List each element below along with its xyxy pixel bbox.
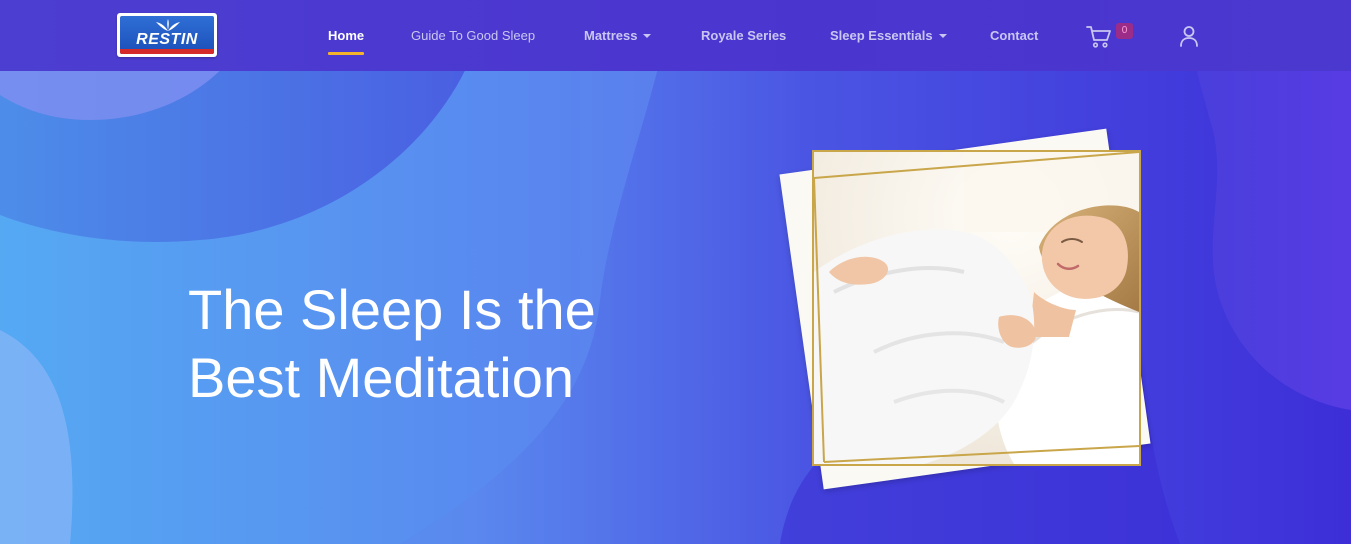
nav-home[interactable]: Home (328, 28, 365, 55)
chevron-down-icon (643, 33, 652, 38)
nav-mattress-dropdown[interactable]: Mattress (584, 28, 652, 43)
chevron-down-icon (938, 33, 947, 38)
hero-photo-woman-sleeping (812, 150, 1141, 466)
hero-background-blobs (0, 60, 1351, 544)
active-underline (328, 52, 365, 55)
logo-badge: RESTIN (120, 16, 214, 54)
top-navbar: RESTIN Home Guide To Good Sleep Mattress… (0, 0, 1351, 71)
nav-royale-series[interactable]: Royale Series (701, 28, 786, 43)
headline-line-2: Best Meditation (188, 345, 574, 409)
logo-swoosh (120, 49, 214, 54)
nav-contact-label: Contact (990, 28, 1039, 43)
nav-sleep-essentials-label: Sleep Essentials (830, 28, 933, 43)
headline-line-1: The Sleep Is the (188, 277, 596, 341)
hero-headline: The Sleep Is the Best Meditation (188, 276, 648, 412)
cart-icon[interactable] (1086, 25, 1112, 49)
nav-sleep-essentials-dropdown[interactable]: Sleep Essentials (830, 28, 947, 43)
nav-contact[interactable]: Contact (990, 28, 1038, 43)
nav-guide-label: Guide To Good Sleep (411, 28, 536, 43)
brand-logo[interactable]: RESTIN (117, 13, 217, 57)
logo-text: RESTIN (136, 31, 198, 48)
hero-section (0, 0, 1351, 544)
nav-royale-label: Royale Series (701, 28, 787, 43)
cart-count-badge: 0 (1116, 23, 1133, 39)
nav-home-label: Home (328, 28, 365, 43)
user-icon[interactable] (1179, 25, 1199, 47)
logo-wings-icon (156, 19, 180, 31)
sleeping-woman-illustration (814, 152, 1139, 464)
nav-guide-to-good-sleep[interactable]: Guide To Good Sleep (411, 28, 535, 43)
nav-mattress-label: Mattress (584, 28, 638, 43)
